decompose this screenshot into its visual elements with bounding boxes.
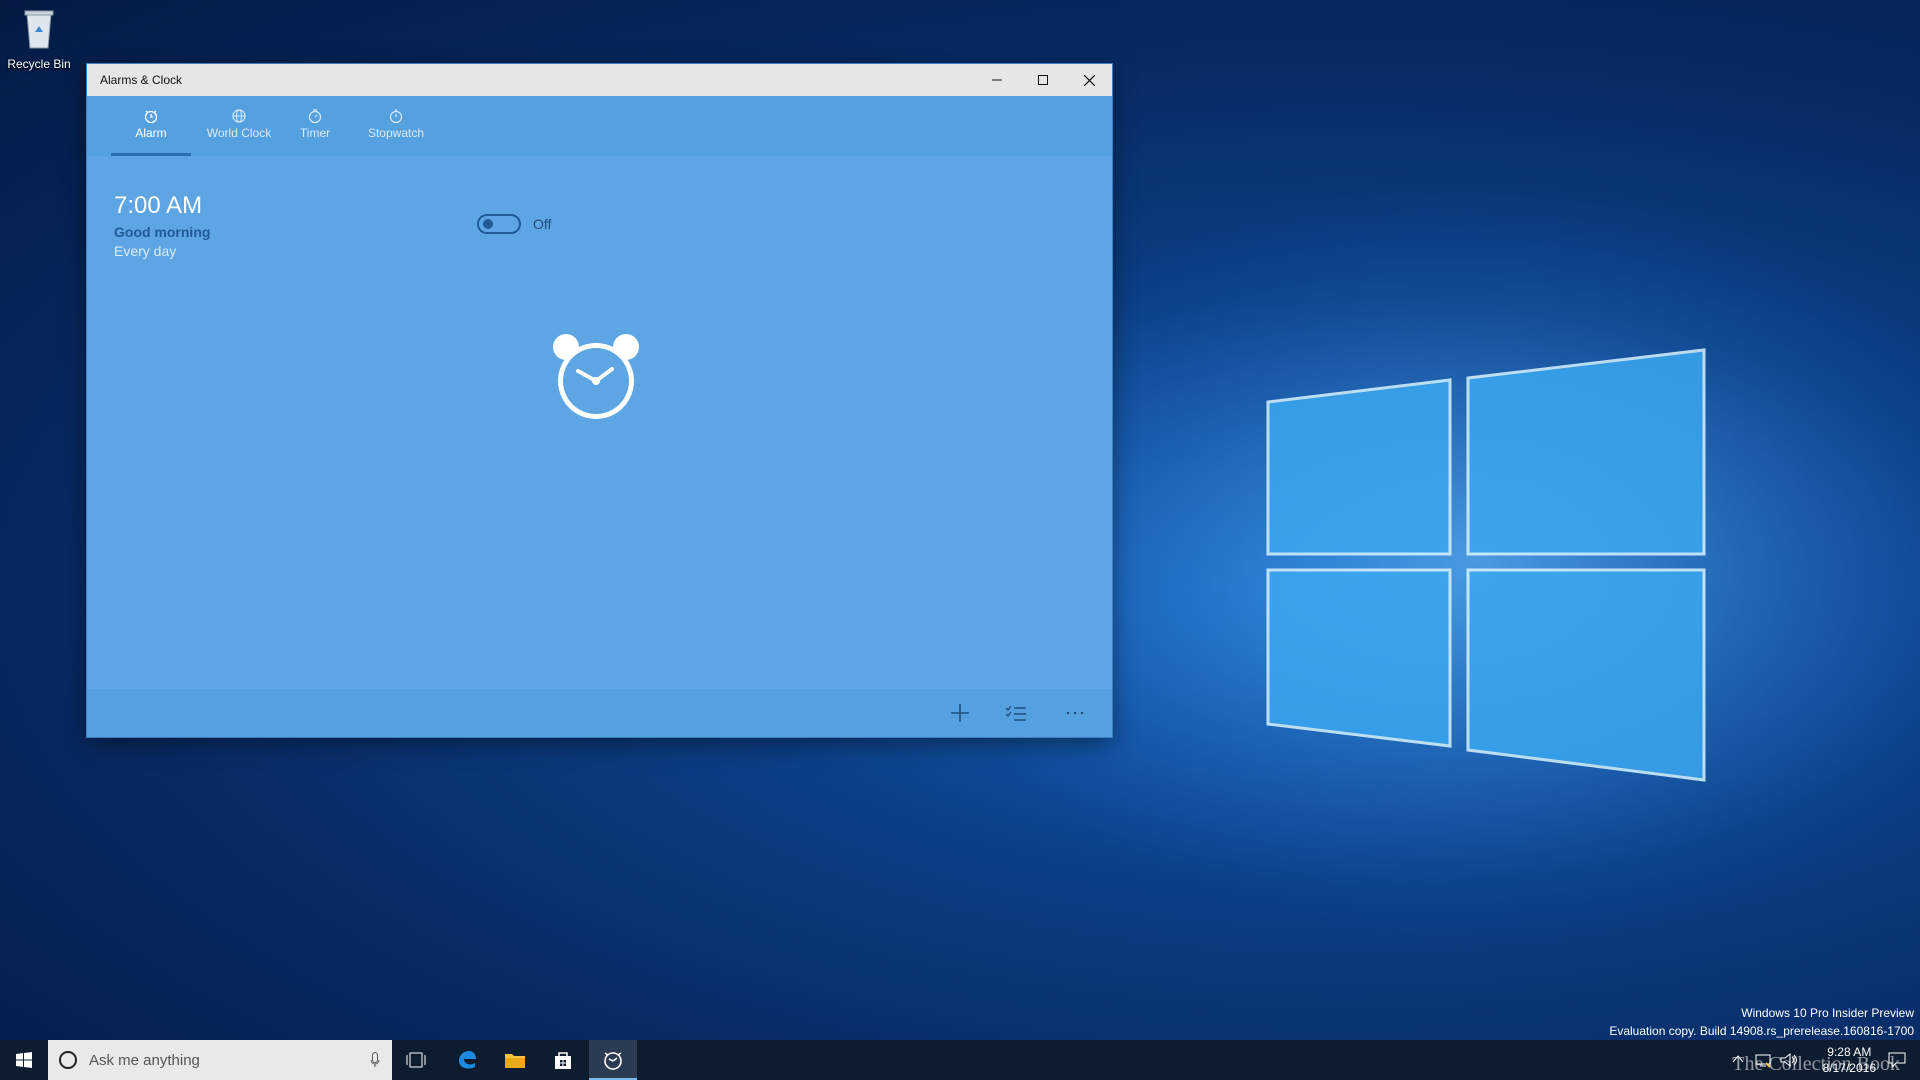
recycle-bin[interactable]: Recycle Bin [4,6,74,71]
recycle-bin-label: Recycle Bin [7,57,71,71]
brand-watermark: The Collection Book [1732,1053,1900,1075]
watermark-line1: Windows 10 Pro Insider Preview [1741,1006,1914,1020]
microphone-icon[interactable] [370,1052,380,1068]
alarm-time: 7:00 AM [114,192,203,219]
tab-label: Timer [299,126,331,140]
tab-bar: Alarm World Clock Timer Stopwatch [87,96,1112,156]
alarms-window: Alarms & Clock Alarm World Clock Timer S… [87,64,1112,737]
recycle-bin-icon [24,10,54,49]
taskbar-store[interactable] [539,1040,587,1080]
add-button[interactable] [948,701,972,725]
close-icon [1083,74,1095,86]
alarm-name: Good morning [114,224,211,240]
alarm-icon [604,1052,622,1070]
maximize-icon [1038,75,1048,85]
tab-world-clock[interactable]: World Clock [197,96,281,156]
task-view-icon [406,1052,426,1068]
taskbar-file-explorer[interactable] [491,1040,539,1080]
folder-icon [505,1054,525,1068]
select-list-icon [1005,705,1026,721]
stopwatch-icon [389,109,403,124]
alarm-clock-icon [553,334,639,419]
watermark-line2: Evaluation copy. Build 14908.rs_prerelea… [1609,1024,1914,1038]
minimize-button[interactable] [974,64,1020,96]
windows-logo-icon [16,1052,32,1068]
maximize-button[interactable] [1020,64,1066,96]
search-box[interactable]: Ask me anything [48,1040,392,1080]
search-placeholder: Ask me anything [89,1051,200,1069]
alarm-repeat: Every day [114,243,177,259]
tab-alarm[interactable]: Alarm [111,96,191,156]
tab-timer[interactable]: Timer [285,96,345,156]
store-icon [555,1052,571,1069]
alarm-toggle[interactable] [477,214,521,234]
start-button[interactable] [0,1040,48,1080]
alarm-item[interactable]: 7:00 AM Good morning Every day [114,192,210,259]
more-icon [1066,711,1084,715]
title-bar[interactable]: Alarms & Clock [87,64,1112,96]
edge-icon [459,1051,476,1069]
tab-stopwatch[interactable]: Stopwatch [355,96,437,156]
more-button[interactable] [1063,701,1087,725]
toggle-state-label: Off [533,216,552,232]
tab-label: World Clock [206,126,272,140]
taskbar: Ask me anything 9:28 AM 8/17/2016 The Co… [0,1040,1920,1080]
window-title: Alarms & Clock [100,73,183,87]
taskbar-alarms[interactable] [589,1040,637,1080]
task-view-button[interactable] [392,1040,440,1080]
globe-icon [232,109,246,123]
timer-icon [308,109,322,124]
tab-label: Stopwatch [367,126,425,140]
evaluation-watermark: Windows 10 Pro Insider Preview Evaluatio… [1609,1004,1914,1040]
minimize-icon [992,79,1002,81]
select-button[interactable] [1004,701,1028,725]
taskbar-edge[interactable] [443,1040,491,1080]
alarm-icon [144,110,158,124]
tab-label: Alarm [135,126,167,140]
add-icon [951,704,969,722]
close-button[interactable] [1066,64,1112,96]
command-bar [87,689,1112,737]
cortana-icon [59,1051,77,1069]
toggle-knob [483,219,493,229]
